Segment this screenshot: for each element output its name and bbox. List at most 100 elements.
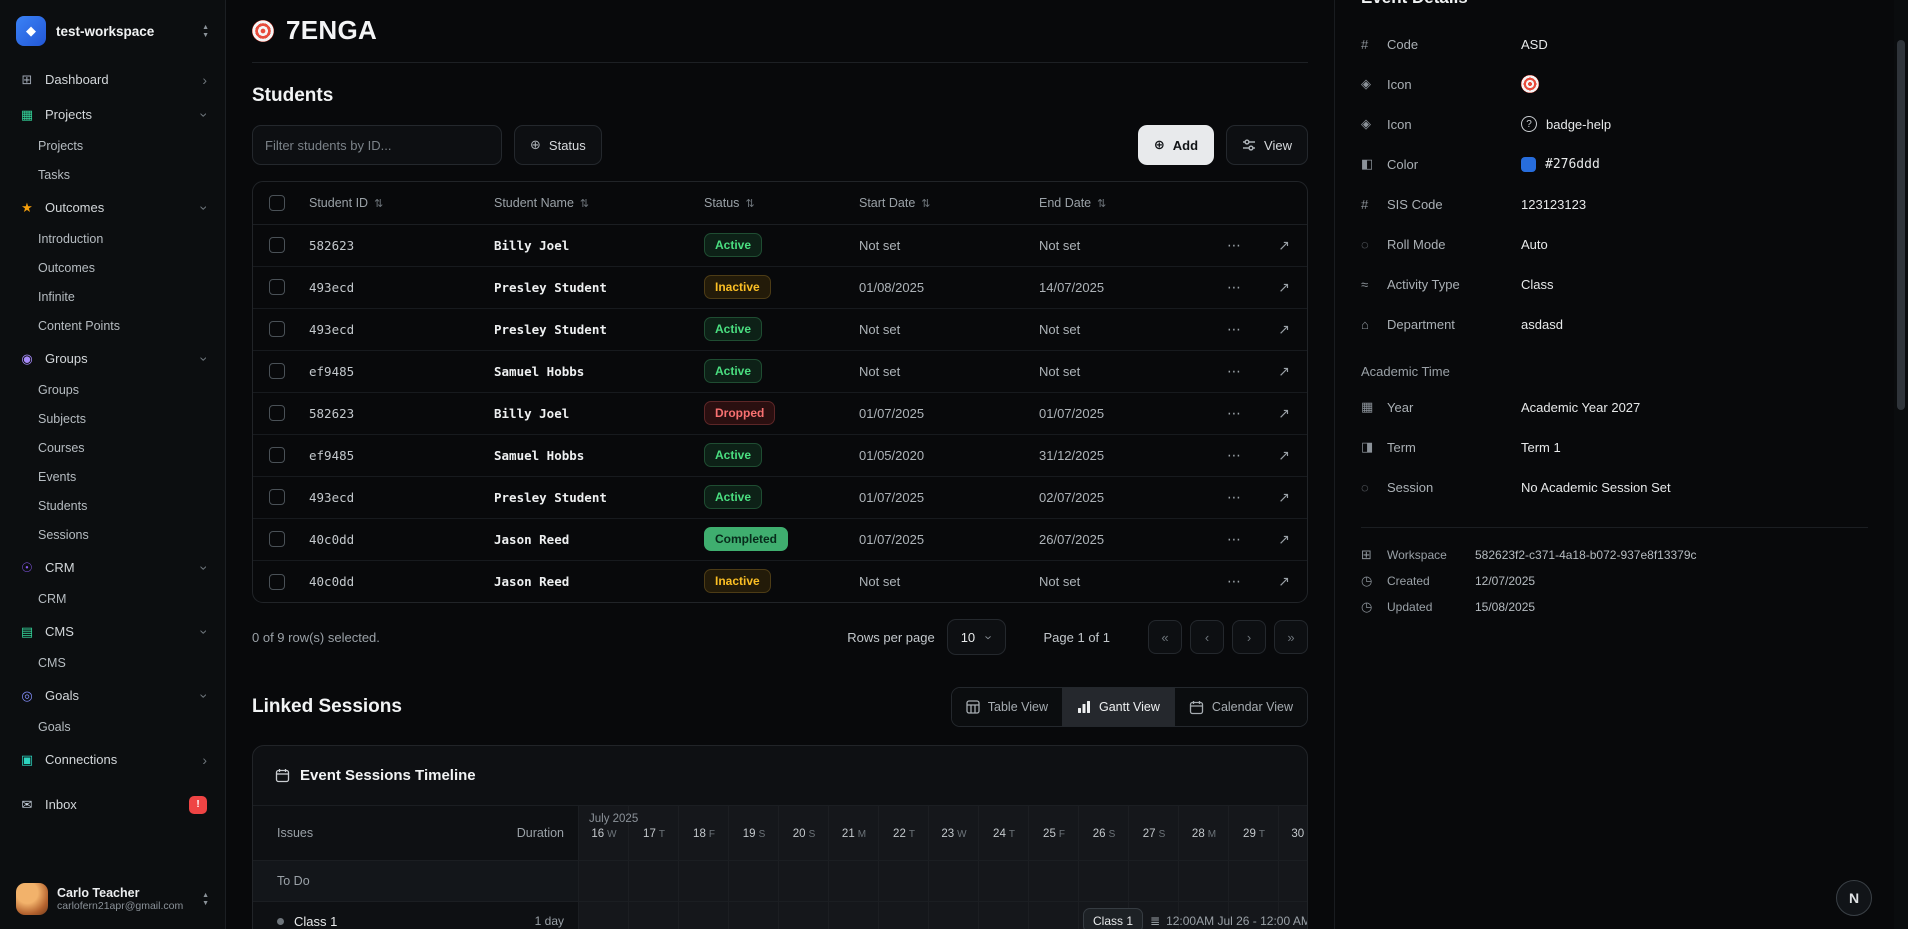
status-filter-button[interactable]: ⊕ Status <box>514 125 602 165</box>
goals-icon: ◎ <box>18 688 36 704</box>
row-open-button[interactable]: ↗ <box>1259 476 1308 518</box>
sidebar-item-connections[interactable]: ▣Connections› <box>10 742 215 777</box>
sidebar-subitem-introduction[interactable]: Introduction <box>10 225 215 254</box>
view-toggle-gantt-view[interactable]: Gantt View <box>1062 688 1174 726</box>
detail-value: asdasd <box>1521 317 1868 332</box>
sidebar-item-goals[interactable]: ◎ Goals › <box>10 678 215 713</box>
sidebar-item-dashboard[interactable]: ⊞ Dashboard › <box>10 62 215 97</box>
sidebar-subitem-sessions[interactable]: Sessions <box>10 521 215 550</box>
badge-icon: ◈ <box>1361 76 1387 92</box>
sidebar-subitem-subjects[interactable]: Subjects <box>10 405 215 434</box>
chevron-down-icon: › <box>197 629 213 634</box>
row-checkbox[interactable] <box>269 279 285 295</box>
sidebar-item-inbox[interactable]: ✉Inbox! <box>10 787 215 822</box>
row-open-button[interactable]: ↗ <box>1259 518 1308 560</box>
row-checkbox[interactable] <box>269 405 285 421</box>
sidebar-subitem-courses[interactable]: Courses <box>10 434 215 463</box>
scrollbar-thumb[interactable] <box>1897 40 1905 410</box>
sidebar-item-label: CMS <box>45 624 193 639</box>
sidebar-item-label: Goals <box>45 688 193 703</box>
gantt-group-row[interactable]: To Do <box>253 860 1307 902</box>
workspace-switcher[interactable]: ◆ test-workspace ▲▼ <box>10 10 215 62</box>
sidebar-subitem-cms[interactable]: CMS <box>10 649 215 678</box>
first-page-button[interactable]: « <box>1148 620 1182 654</box>
row-open-button[interactable]: ↗ <box>1259 392 1308 434</box>
sidebar-subitem-infinite[interactable]: Infinite <box>10 283 215 312</box>
row-open-button[interactable]: ↗ <box>1259 350 1308 392</box>
row-actions-button[interactable]: ⋯ <box>1209 560 1259 602</box>
sidebar-subitem-goals[interactable]: Goals <box>10 713 215 742</box>
session-type-icon: ≣ <box>1150 914 1160 928</box>
chevron-right-icon: › <box>202 72 207 88</box>
row-checkbox[interactable] <box>269 321 285 337</box>
start-date-cell: 01/07/2025 <box>849 392 1029 434</box>
sidebar-subitem-students[interactable]: Students <box>10 492 215 521</box>
select-all-checkbox[interactable] <box>269 195 285 211</box>
user-menu[interactable]: Carlo Teacher carlofern21apr@gmail.com ▲… <box>10 873 215 915</box>
row-actions-button[interactable]: ⋯ <box>1209 224 1259 266</box>
avatar <box>16 883 48 915</box>
row-open-button[interactable]: ↗ <box>1259 308 1308 350</box>
detail-field-updated: ◷Updated15/08/2025 <box>1361 594 1868 620</box>
column-header-student-name[interactable]: Student Name⇅ <box>484 182 694 224</box>
sidebar-subitem-outcomes[interactable]: Outcomes <box>10 254 215 283</box>
row-open-button[interactable]: ↗ <box>1259 434 1308 476</box>
student-row: 40c0ddJason ReedInactiveNot setNot set⋯↗ <box>253 560 1308 602</box>
chevron-down-icon: › <box>197 693 213 698</box>
sidebar-item-cms[interactable]: ▤CMS› <box>10 614 215 649</box>
prev-page-button[interactable]: ‹ <box>1190 620 1224 654</box>
row-actions-button[interactable]: ⋯ <box>1209 350 1259 392</box>
next-page-button[interactable]: › <box>1232 620 1266 654</box>
row-actions-button[interactable]: ⋯ <box>1209 476 1259 518</box>
view-toggle-table-view[interactable]: Table View <box>952 688 1062 726</box>
row-actions-button[interactable]: ⋯ <box>1209 392 1259 434</box>
gantt-bar-pill[interactable]: Class 1 <box>1083 908 1143 929</box>
column-header-end-date[interactable]: End Date⇅ <box>1029 182 1209 224</box>
row-checkbox[interactable] <box>269 531 285 547</box>
sidebar-subitem-crm[interactable]: CRM <box>10 585 215 614</box>
view-toggle-calendar-view[interactable]: Calendar View <box>1174 688 1307 726</box>
row-open-button[interactable]: ↗ <box>1259 560 1308 602</box>
sidebar-subitem-groups[interactable]: Groups <box>10 376 215 405</box>
sidebar-subitem-content-points[interactable]: Content Points <box>10 312 215 341</box>
sidebar-item-outcomes[interactable]: ★Outcomes› <box>10 190 215 225</box>
rows-per-page-select[interactable]: 10 › <box>947 619 1006 655</box>
sidebar-item-projects[interactable]: ▦Projects› <box>10 97 215 132</box>
sidebar-item-label: Groups <box>45 351 193 366</box>
column-header-status[interactable]: Status⇅ <box>694 182 849 224</box>
page-scrollbar[interactable] <box>1894 0 1908 929</box>
dashboard-icon: ⊞ <box>18 72 36 88</box>
add-student-button[interactable]: ⊕ Add <box>1138 125 1214 165</box>
sidebar-subitem-events[interactable]: Events <box>10 463 215 492</box>
row-checkbox[interactable] <box>269 489 285 505</box>
sidebar-item-label: Connections <box>45 752 193 767</box>
detail-field-sis-code: #SIS Code123123123 <box>1361 184 1868 224</box>
timeline-day: 27S <box>1129 828 1179 847</box>
detail-field-code: #CodeASD <box>1361 24 1868 64</box>
row-checkbox[interactable] <box>269 574 285 590</box>
row-checkbox[interactable] <box>269 237 285 253</box>
row-actions-button[interactable]: ⋯ <box>1209 434 1259 476</box>
sidebar-subitem-tasks[interactable]: Tasks <box>10 161 215 190</box>
sidebar-item-label: Dashboard <box>45 72 193 87</box>
student-name-cell: Jason Reed <box>484 518 694 560</box>
task-name[interactable]: Class 1 <box>294 914 535 929</box>
row-checkbox[interactable] <box>269 363 285 379</box>
row-open-button[interactable]: ↗ <box>1259 224 1308 266</box>
row-actions-button[interactable]: ⋯ <box>1209 308 1259 350</box>
filter-students-input[interactable] <box>252 125 502 165</box>
last-page-button[interactable]: » <box>1274 620 1308 654</box>
row-actions-button[interactable]: ⋯ <box>1209 266 1259 308</box>
gantt-bar[interactable]: Class 1≣12:00AM Jul 26 - 12:00 AM <box>1083 908 1307 929</box>
column-header-start-date[interactable]: Start Date⇅ <box>849 182 1029 224</box>
row-actions-button[interactable]: ⋯ <box>1209 518 1259 560</box>
row-open-button[interactable]: ↗ <box>1259 266 1308 308</box>
floating-n-button[interactable]: N <box>1836 880 1872 916</box>
sidebar-subitem-projects[interactable]: Projects <box>10 132 215 161</box>
sidebar-item-groups[interactable]: ◉Groups› <box>10 341 215 376</box>
sessions-timeline-card: Event Sessions Timeline IssuesDurationJu… <box>252 745 1308 929</box>
row-checkbox[interactable] <box>269 447 285 463</box>
view-options-button[interactable]: View <box>1226 125 1308 165</box>
column-header-student-id[interactable]: Student ID⇅ <box>299 182 484 224</box>
sidebar-item-crm[interactable]: ☉CRM› <box>10 550 215 585</box>
